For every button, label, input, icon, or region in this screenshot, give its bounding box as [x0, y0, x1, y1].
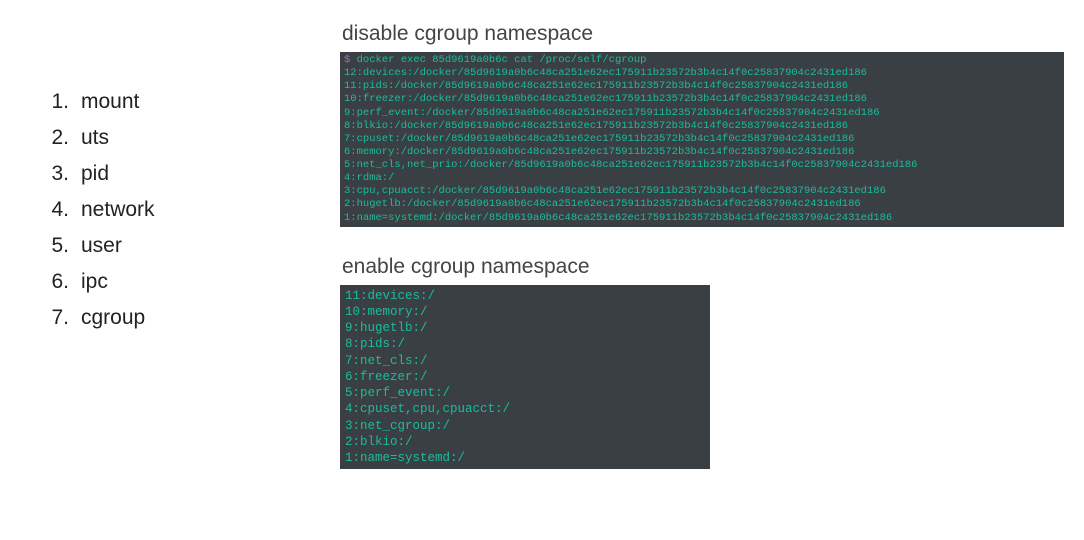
list-item: 1. mount — [45, 90, 280, 114]
terminal-output-line: 4:rdma:/ — [344, 172, 1060, 185]
terminal-output-line: 7:cpuset:/docker/85d9619a0b6c48ca251e62e… — [344, 133, 1060, 146]
terminal-output-line: 9:perf_event:/docker/85d9619a0b6c48ca251… — [344, 107, 1060, 120]
terminal-output-line: 5:net_cls,net_prio:/docker/85d9619a0b6c4… — [344, 159, 1060, 172]
list-item: 2. uts — [45, 126, 280, 150]
terminal-disable: $ docker exec 85d9619a0b6c cat /proc/sel… — [340, 52, 1064, 227]
terminal-output-line: 8:blkio:/docker/85d9619a0b6c48ca251e62ec… — [344, 120, 1060, 133]
terminal-output-line: 6:freezer:/ — [345, 369, 705, 385]
terminal-output-line: 6:memory:/docker/85d9619a0b6c48ca251e62e… — [344, 146, 1060, 159]
terminal-output-line: 5:perf_event:/ — [345, 385, 705, 401]
list-item: 7. cgroup — [45, 306, 280, 330]
list-label: uts — [81, 126, 109, 150]
terminal-output-line: 8:pids:/ — [345, 336, 705, 352]
namespace-list: 1. mount 2. uts 3. pid 4. network 5. use… — [20, 20, 280, 520]
list-label: network — [81, 198, 155, 222]
list-label: cgroup — [81, 306, 145, 330]
list-label: user — [81, 234, 122, 258]
terminal-output-line: 2:blkio:/ — [345, 434, 705, 450]
list-number: 6. — [45, 270, 69, 294]
terminal-output-line: 10:freezer:/docker/85d9619a0b6c48ca251e6… — [344, 93, 1060, 106]
list-number: 4. — [45, 198, 69, 222]
list-number: 2. — [45, 126, 69, 150]
terminal-output-line: 11:pids:/docker/85d9619a0b6c48ca251e62ec… — [344, 80, 1060, 93]
list-label: mount — [81, 90, 139, 114]
terminal-output-line: 3:net_cgroup:/ — [345, 418, 705, 434]
list-item: 3. pid — [45, 162, 280, 186]
list-number: 3. — [45, 162, 69, 186]
section-title-disable: disable cgroup namespace — [342, 22, 1064, 46]
terminal-output-line: 10:memory:/ — [345, 304, 705, 320]
terminal-enable: 11:devices:/ 10:memory:/ 9:hugetlb:/ 8:p… — [340, 285, 710, 470]
terminal-output-line: 1:name=systemd:/ — [345, 450, 705, 466]
list-number: 7. — [45, 306, 69, 330]
terminal-output-line: 9:hugetlb:/ — [345, 320, 705, 336]
command-text: docker exec 85d9619a0b6c cat /proc/self/… — [350, 54, 646, 66]
terminal-output-line: 4:cpuset,cpu,cpuacct:/ — [345, 401, 705, 417]
list-label: pid — [81, 162, 109, 186]
list-number: 5. — [45, 234, 69, 258]
terminal-output-line: 7:net_cls:/ — [345, 353, 705, 369]
list-label: ipc — [81, 270, 108, 294]
list-number: 1. — [45, 90, 69, 114]
terminal-output-line: 1:name=systemd:/docker/85d9619a0b6c48ca2… — [344, 212, 1060, 225]
terminal-output-line: 3:cpu,cpuacct:/docker/85d9619a0b6c48ca25… — [344, 185, 1060, 198]
terminal-output-line: 2:hugetlb:/docker/85d9619a0b6c48ca251e62… — [344, 198, 1060, 211]
list-item: 5. user — [45, 234, 280, 258]
terminal-column: disable cgroup namespace $ docker exec 8… — [340, 20, 1064, 520]
terminal-output-line: 11:devices:/ — [345, 288, 705, 304]
terminal-output-line: 12:devices:/docker/85d9619a0b6c48ca251e6… — [344, 67, 1060, 80]
list-item: 6. ipc — [45, 270, 280, 294]
section-title-enable: enable cgroup namespace — [342, 255, 1064, 279]
terminal-command-line: $ docker exec 85d9619a0b6c cat /proc/sel… — [344, 54, 1060, 67]
list-item: 4. network — [45, 198, 280, 222]
